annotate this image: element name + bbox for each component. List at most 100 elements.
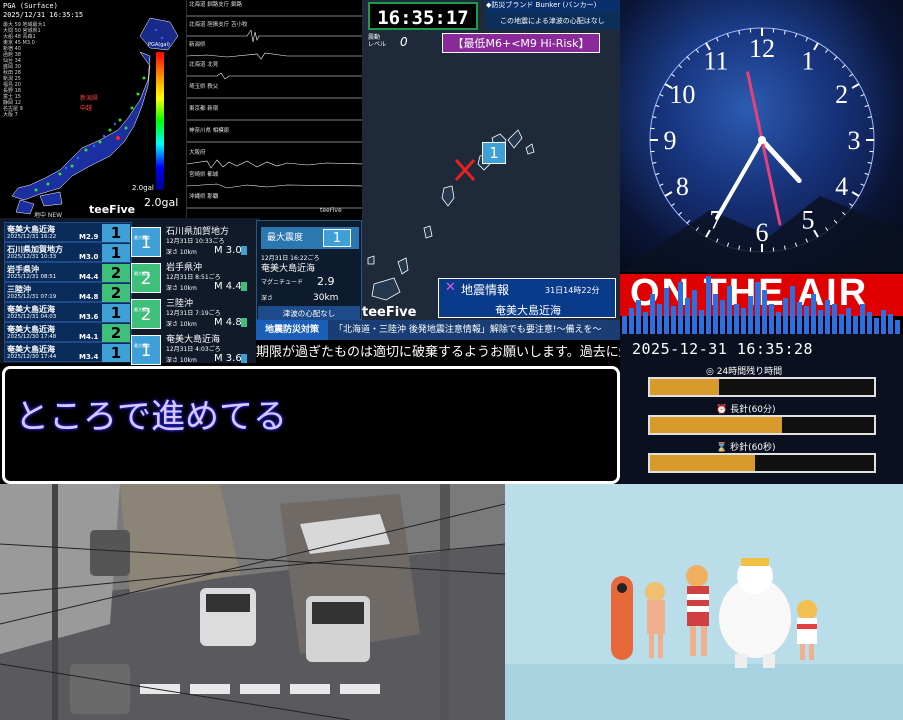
row-intensity: 1 <box>102 304 130 322</box>
equalizer-bar <box>636 300 641 334</box>
clock-number: 2 <box>835 80 848 109</box>
progress-label: ⌛ 秒針(60秒) <box>716 443 776 453</box>
risk-banner: 【最低M6+<M9 Hi-Risk】 <box>442 33 600 53</box>
waveform-row: 埼玉県 秩父 <box>187 84 362 104</box>
row-depth: 深さ 10km <box>166 249 197 256</box>
shake-level-label: 震動 レベル <box>368 34 387 48</box>
row-magnitude: M4.4 <box>79 273 99 281</box>
detail-depth-label: 深さ <box>261 295 274 302</box>
cross-icon: ✕ <box>445 280 456 295</box>
row-magnitude: M3.6 <box>79 313 99 321</box>
waveform-trace <box>187 183 362 189</box>
equalizer-bar <box>720 300 725 334</box>
equalizer-bar <box>685 298 690 334</box>
recent-quake-row: 最大震度 1 奄美大島近海 12月31日 4:03ごろ 深さ 10km M 3.6 <box>130 329 255 369</box>
equalizer-bar <box>853 316 858 334</box>
brand-logo: teeFive <box>320 207 342 214</box>
equalizer-bar <box>811 294 816 334</box>
equalizer-bar <box>664 288 669 334</box>
scale-unit: PGA(gal) <box>148 42 170 48</box>
row-depth: 深さ 10km <box>166 321 197 328</box>
waveform-trace <box>187 119 362 121</box>
waveform-trace <box>187 141 362 143</box>
equalizer-bar <box>839 314 844 334</box>
equalizer-bar <box>671 306 676 334</box>
quake-info-time: 31日14時22分 <box>545 286 600 295</box>
row-magnitude: M4.1 <box>79 333 99 341</box>
waveform-row: 北海道 胆振支庁 苫小牧 <box>187 22 362 42</box>
row-datetime: 2025/12/31 04:03 <box>7 314 57 320</box>
equalizer-bar <box>860 304 865 334</box>
row-intensity: 1 <box>102 344 130 362</box>
row-magnitude: M4.8 <box>79 293 99 301</box>
intensity-badge: 最大震度 2 <box>131 263 161 293</box>
equalizer-bar <box>692 290 697 334</box>
progress-label: ⏰ 長針(60分) <box>716 405 776 415</box>
row-intensity: 2 <box>102 324 130 342</box>
pga-time: 2025/12/31 16:35:15 <box>3 11 84 19</box>
row-datetime: 12月31日 7:19ごろ <box>166 310 221 317</box>
detail-magnitude: 2.9 <box>317 275 335 288</box>
clock-number: 12 <box>749 34 775 63</box>
equalizer-bar <box>713 294 718 334</box>
equalizer-bar <box>622 316 627 334</box>
waveform-label: 北海道 胆振支庁 苫小牧 <box>189 22 248 28</box>
equalizer-bar <box>657 304 662 334</box>
digital-clock: 16:35:17 <box>368 2 478 30</box>
row-magnitude: M 3.6 <box>214 353 242 364</box>
clock-number: 11 <box>703 46 728 75</box>
badge-caption: 最大震度 <box>134 271 150 276</box>
equalizer-bar <box>804 306 809 334</box>
sponsor-message: この地震による津波の心配はなし <box>486 12 620 30</box>
row-magnitude: M 3.0 <box>214 245 242 256</box>
color-swatch <box>241 318 247 327</box>
detail-magnitude-label: マグニチュード <box>261 279 304 286</box>
waveform-trace <box>187 159 362 169</box>
amami-map-graphic <box>367 129 535 301</box>
row-intensity: 1 <box>102 224 130 242</box>
row-datetime: 12月31日 8:51ごろ <box>166 274 221 281</box>
equalizer-bar <box>678 282 683 334</box>
waveform-panel: 北海道 釧路支庁 釧路 北海道 胆振支庁 苫小牧 新潟県 北海道 北見 埼玉県 … <box>186 0 362 220</box>
equalizer-bar <box>790 286 795 334</box>
waveform-trace <box>187 72 362 80</box>
clock-number: 6 <box>756 218 769 247</box>
waveform-trace <box>187 97 362 99</box>
waveform-label: 神奈川県 相模原 <box>189 128 230 134</box>
progress-fill <box>650 455 756 471</box>
shake-level-value: 0 <box>400 35 408 49</box>
street-camera-image <box>0 484 505 720</box>
intensity-list-row: 奄美大島近海 2025/12/31 04:03 M3.6 1 <box>4 302 132 322</box>
equalizer-bar <box>699 310 704 334</box>
detail-region: 奄美大島近海 <box>261 264 316 274</box>
progress-bar-second <box>648 453 876 473</box>
quake-info-region: 奄美大島近海 <box>495 304 561 317</box>
badge-caption: 最大震度 <box>134 343 150 348</box>
pga-station-list: 最大 59 地域最大1 大間 50 宮城県1 大船 48 青森1 東京 45 M… <box>3 22 83 118</box>
clock-number: 10 <box>669 80 695 109</box>
intensity-list-row: 三陸沖 2025/12/31 07:19 M4.8 2 <box>4 282 132 302</box>
equalizer-bar <box>818 310 823 334</box>
subtitle-box: ところで進めてる <box>2 366 620 484</box>
progress-bar-minute <box>648 415 876 435</box>
map-intensity-marker: 1 <box>482 142 506 164</box>
waveform-label: 東京都 新宿 <box>189 106 219 112</box>
animation-image <box>505 484 903 720</box>
detail-depth: 30km <box>313 293 339 303</box>
intensity-list-row: 奄美大島近海 2025/12/31 16:22 M2.9 1 <box>4 222 132 242</box>
analog-clock: 12 1234567891011 <box>620 27 903 272</box>
row-datetime: 2025/12/31 10:33 <box>7 254 57 260</box>
clock-number: 1 <box>802 46 815 75</box>
clock-number: 9 <box>664 126 677 155</box>
pga-station: 大阪 7 <box>3 112 18 118</box>
intensity-list-row: 石川県加賀地方 2025/12/31 10:33 M3.0 1 <box>4 242 132 262</box>
progress-fill <box>650 379 720 395</box>
waveform-row: 東京都 新宿 <box>187 106 362 126</box>
intensity-list-header: 地中 NEW <box>34 212 63 219</box>
row-datetime: 2025/12/30 17:44 <box>7 354 57 360</box>
row-datetime: 2025/12/30 17:48 <box>7 334 57 340</box>
equalizer-bar <box>888 314 893 334</box>
quake-info-box: ✕ 地震情報 31日14時22分 奄美大島近海 <box>438 278 616 318</box>
datetime-display: 2025-12-31 16:35:28 <box>632 340 814 358</box>
equalizer-bar <box>643 312 648 334</box>
